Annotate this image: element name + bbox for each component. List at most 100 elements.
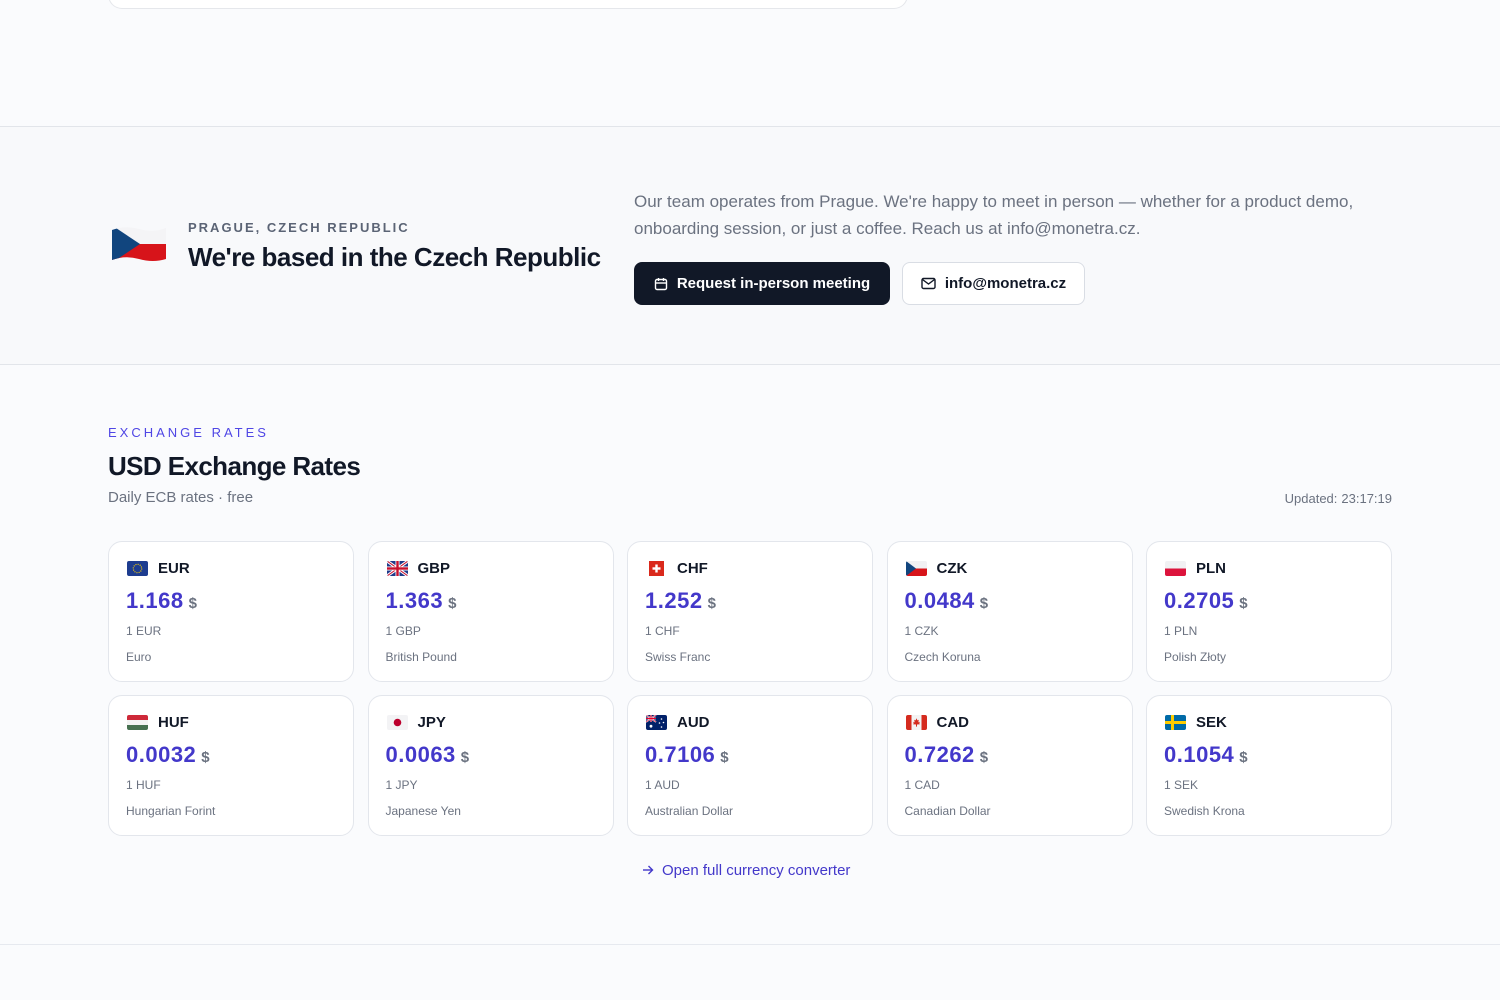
rate-line: 0.2705 $ bbox=[1164, 588, 1248, 614]
currency-code: EUR bbox=[158, 560, 190, 577]
currency-code: JPY bbox=[417, 714, 446, 731]
rates-eyebrow: EXCHANGE RATES bbox=[108, 425, 269, 440]
rate-line: 0.0484 $ bbox=[905, 588, 989, 614]
uk-flag-icon bbox=[386, 561, 408, 576]
currency-symbol: $ bbox=[1239, 595, 1248, 612]
rate-card-header: GBP bbox=[386, 560, 451, 577]
rate-card-header: CAD bbox=[905, 714, 970, 731]
rate-unit: 1 CZK bbox=[904, 624, 939, 638]
rate-line: 1.168 $ bbox=[126, 588, 197, 614]
currency-symbol: $ bbox=[188, 595, 197, 612]
rate-line: 0.1054 $ bbox=[1164, 742, 1248, 768]
currency-code: SEK bbox=[1196, 714, 1227, 731]
location-title: We're based in the Czech Republic bbox=[188, 242, 601, 272]
currency-symbol: $ bbox=[707, 595, 716, 612]
rate-unit: 1 HUF bbox=[126, 778, 161, 792]
open-converter-link[interactable]: Open full currency converter bbox=[642, 862, 850, 879]
rates-subtitle: Daily ECB rates · free bbox=[108, 489, 254, 506]
rate-card-header: CHF bbox=[646, 560, 708, 577]
currency-name: Japanese Yen bbox=[385, 804, 461, 818]
currency-name: British Pound bbox=[385, 650, 457, 664]
rate-unit: 1 CHF bbox=[645, 624, 680, 638]
rate-card-chf[interactable]: CHF 1.252 $1 CHF Swiss Franc bbox=[627, 541, 873, 682]
currency-name: Swedish Krona bbox=[1164, 804, 1245, 818]
rates-grid: EUR 1.168 $1 EUR Euro GBP 1.363 $1 GBP British … bbox=[108, 541, 1392, 836]
rate-card-huf[interactable]: HUF 0.0032 $1 HUF Hungarian Forint bbox=[108, 695, 354, 836]
currency-name: Hungarian Forint bbox=[126, 804, 216, 818]
request-meeting-button[interactable]: Request in-person meeting bbox=[634, 262, 890, 305]
rate-value: 0.1054 bbox=[1164, 742, 1235, 767]
rate-value: 0.0032 bbox=[126, 742, 197, 767]
email-button[interactable]: info@monetra.cz bbox=[902, 262, 1085, 305]
currency-name: Canadian Dollar bbox=[904, 804, 991, 818]
currency-symbol: $ bbox=[1239, 749, 1248, 766]
rate-value: 1.363 bbox=[385, 588, 444, 613]
updated-time: 23:17:19 bbox=[1341, 491, 1392, 506]
rate-card-cad[interactable]: CAD 0.7262 $1 CAD Canadian Dollar bbox=[886, 695, 1133, 836]
rate-value: 0.0484 bbox=[904, 588, 975, 613]
rate-card-eur[interactable]: EUR 1.168 $1 EUR Euro bbox=[108, 541, 354, 682]
updated-timestamp: Updated: 23:17:19 bbox=[1285, 491, 1392, 506]
open-converter-label: Open full currency converter bbox=[662, 862, 851, 879]
updated-label: Updated: bbox=[1284, 491, 1338, 506]
currency-name: Australian Dollar bbox=[645, 804, 734, 818]
rate-card-czk[interactable]: CZK 0.0484 $1 CZK Czech Koruna bbox=[886, 541, 1133, 682]
rate-value: 1.168 bbox=[126, 588, 184, 613]
rate-line: 1.363 $ bbox=[386, 588, 457, 614]
rate-unit: 1 CAD bbox=[904, 778, 940, 792]
rate-unit: 1 EUR bbox=[126, 624, 162, 638]
rate-line: 0.7106 $ bbox=[645, 742, 729, 768]
rate-card-jpy[interactable]: JPY 0.0063 $1 JPY Japanese Yen bbox=[367, 695, 614, 836]
rate-card-aud[interactable]: AUD 0.7106 $ 1 AUD Australian Dollar bbox=[627, 695, 873, 836]
location-description: Our team operates from Prague. We're hap… bbox=[634, 192, 1354, 238]
rate-value: 0.0063 bbox=[385, 742, 456, 767]
czech-flag-icon bbox=[905, 561, 927, 576]
rate-line: 0.0063 $ bbox=[386, 742, 470, 768]
rate-value: 0.7106 bbox=[645, 742, 716, 767]
currency-name: Polish Złoty bbox=[1164, 650, 1227, 664]
currency-symbol: $ bbox=[448, 595, 457, 612]
rate-card-gbp[interactable]: GBP 1.363 $1 GBP British Pound bbox=[367, 541, 614, 682]
rate-line: 1.252 $ bbox=[645, 588, 716, 614]
rate-unit: 1 AUD bbox=[645, 778, 680, 792]
location-eyebrow: PRAGUE, CZECH REPUBLIC bbox=[188, 220, 410, 235]
arrow-right-icon bbox=[642, 862, 654, 879]
rate-card-pln[interactable]: PLN 0.2705 $1 PLN Polish Złoty bbox=[1146, 541, 1392, 682]
section-divider bbox=[0, 944, 1500, 945]
currency-name: Czech Koruna bbox=[904, 650, 981, 664]
currency-symbol: $ bbox=[201, 749, 210, 766]
rate-value: 0.2705 bbox=[1164, 588, 1235, 613]
rate-card-header: HUF bbox=[127, 714, 189, 731]
canada-flag-icon bbox=[905, 715, 927, 730]
hungary-flag-icon bbox=[127, 715, 148, 730]
currency-code: CAD bbox=[936, 714, 970, 731]
rate-unit: 1 JPY bbox=[385, 778, 418, 792]
australia-flag-icon bbox=[646, 715, 667, 730]
currency-name: Euro bbox=[126, 650, 152, 664]
rate-value: 0.7262 bbox=[904, 742, 975, 767]
currency-code: GBP bbox=[417, 560, 451, 577]
currency-code: HUF bbox=[158, 714, 189, 731]
eu-flag-icon bbox=[127, 561, 148, 576]
previous-section-card bbox=[108, 0, 908, 9]
rate-card-sek[interactable]: SEK 0.1054 $1 SEK Swedish Krona bbox=[1146, 695, 1392, 836]
currency-symbol: $ bbox=[460, 749, 470, 766]
czech-flag-icon bbox=[110, 224, 168, 264]
request-meeting-label: Request in-person meeting bbox=[676, 275, 871, 292]
swiss-flag-icon bbox=[646, 561, 667, 576]
rate-unit: 1 GBP bbox=[385, 624, 421, 638]
currency-code: PLN bbox=[1196, 560, 1226, 577]
rate-value: 1.252 bbox=[645, 588, 703, 613]
currency-code: CZK bbox=[936, 560, 968, 577]
currency-code: CHF bbox=[677, 560, 708, 577]
section-divider bbox=[0, 364, 1500, 365]
poland-flag-icon bbox=[1165, 561, 1186, 576]
rate-unit: 1 PLN bbox=[1164, 624, 1198, 638]
rate-card-header: AUD bbox=[646, 714, 710, 731]
email-label: info@monetra.cz bbox=[944, 275, 1067, 292]
currency-symbol: $ bbox=[979, 595, 989, 612]
rate-card-header: EUR bbox=[127, 560, 190, 577]
rate-line: 0.0032 $ bbox=[126, 742, 210, 768]
rates-title: USD Exchange Rates bbox=[108, 451, 361, 481]
rate-card-header: PLN bbox=[1165, 560, 1226, 577]
